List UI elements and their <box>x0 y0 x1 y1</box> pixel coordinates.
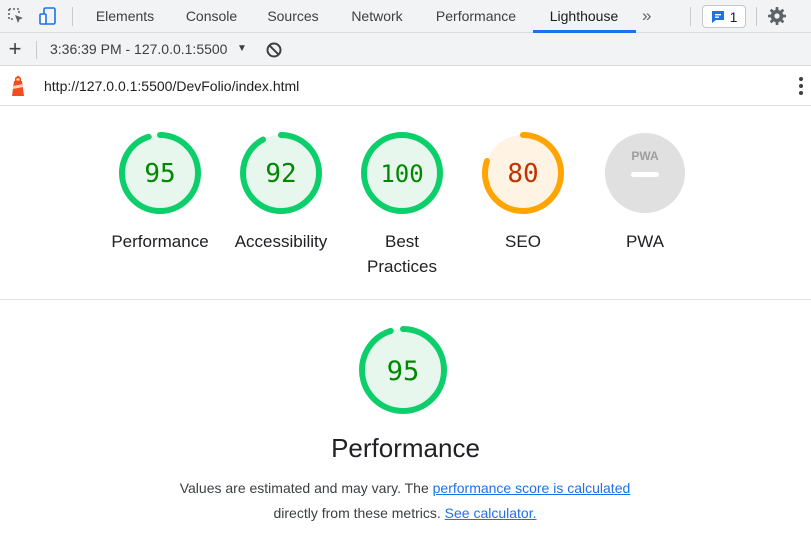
report-selector[interactable]: 3:36:39 PM - 127.0.0.1:5500 <box>50 33 227 66</box>
toolbar-divider <box>756 7 757 26</box>
performance-score-link[interactable]: performance score is calculated <box>433 480 631 496</box>
gauge-best-practices-label-line-2: Practices <box>367 257 437 276</box>
performance-score-large: 95 <box>387 356 420 387</box>
performance-title: Performance <box>331 433 480 463</box>
section-divider <box>0 299 811 300</box>
lighthouse-toolbar: + 3:36:39 PM - 127.0.0.1:5500 ▼ <box>0 33 811 66</box>
gauge-performance-score: 95 <box>144 159 175 189</box>
inspect-element-icon[interactable] <box>5 5 27 27</box>
gauge-pwa-label: PWA <box>585 229 705 254</box>
gauge-pwa[interactable]: PWA PWA <box>585 131 705 254</box>
see-calculator-link[interactable]: See calculator. <box>445 505 537 521</box>
gauge-best-practices[interactable]: 100 Best Practices <box>342 131 462 279</box>
tab-elements[interactable]: Elements <box>83 0 167 33</box>
report-url[interactable]: http://127.0.0.1:5500/DevFolio/index.htm… <box>44 66 299 106</box>
gear-icon[interactable] <box>766 5 788 27</box>
gauge-accessibility[interactable]: 92 Accessibility <box>221 131 341 254</box>
pwa-badge-text: PWA <box>631 149 659 163</box>
block-icon[interactable] <box>265 41 283 59</box>
tab-lighthouse[interactable]: Lighthouse <box>536 0 632 33</box>
pwa-dash <box>631 172 659 177</box>
devtools-tabbar: Elements Console Sources Network Perform… <box>0 0 811 33</box>
gauge-seo[interactable]: 80 SEO <box>463 131 583 254</box>
gauge-performance[interactable]: 95 Performance <box>100 131 220 254</box>
gauge-seo-score: 80 <box>507 159 538 189</box>
gauge-seo-label-line: SEO <box>505 232 541 251</box>
tab-console[interactable]: Console <box>173 0 250 33</box>
more-vertical-icon[interactable] <box>792 75 810 97</box>
gauge-best-practices-label: Best Practices <box>342 229 462 279</box>
issues-button[interactable]: 1 <box>702 5 746 28</box>
gauge-performance-label-line: Performance <box>111 232 209 251</box>
performance-gauge-ring: 95 <box>359 326 447 414</box>
double-chevron-right-icon[interactable]: » <box>642 0 651 33</box>
new-report-button[interactable]: + <box>4 35 26 63</box>
description-text-2: directly from these metrics. <box>273 505 445 521</box>
gauge-best-practices-ring: 100 <box>361 132 443 214</box>
tab-sources[interactable]: Sources <box>257 0 329 33</box>
gauge-seo-ring: 80 <box>482 132 564 214</box>
tab-performance[interactable]: Performance <box>423 0 529 33</box>
gauge-accessibility-label-line: Accessibility <box>234 232 328 251</box>
performance-gauge-large: 95 <box>357 324 449 416</box>
toolbar-divider <box>36 41 37 59</box>
performance-description: Values are estimated and may vary. The p… <box>150 476 660 526</box>
gauge-accessibility-score: 92 <box>265 159 296 189</box>
gauge-performance-ring: 95 <box>119 132 201 214</box>
lighthouse-logo-icon <box>9 75 27 97</box>
toolbar-divider <box>72 7 73 26</box>
toolbar-divider <box>690 7 691 26</box>
gauge-performance-label: Performance <box>100 229 220 254</box>
gauge-accessibility-ring: 92 <box>240 132 322 214</box>
description-text: Values are estimated and may vary. The <box>179 480 433 496</box>
category-gauges: 95 Performance 92 Accessibility 100 Best… <box>0 107 811 299</box>
tab-network[interactable]: Network <box>338 0 416 33</box>
gauge-pwa-badge: PWA <box>605 133 685 213</box>
issues-count: 1 <box>729 8 738 25</box>
gauge-pwa-label-line: PWA <box>625 232 665 251</box>
gauge-best-practices-label-line-1: Best <box>384 232 420 251</box>
chevron-down-icon[interactable]: ▼ <box>237 33 247 66</box>
issues-message-icon <box>711 10 724 23</box>
gauge-accessibility-label: Accessibility <box>221 229 341 254</box>
report-url-bar: http://127.0.0.1:5500/DevFolio/index.htm… <box>0 66 811 106</box>
device-toolbar-icon[interactable] <box>37 5 59 27</box>
gauge-best-practices-score: 100 <box>380 160 423 188</box>
gauge-seo-label: SEO <box>463 229 583 254</box>
